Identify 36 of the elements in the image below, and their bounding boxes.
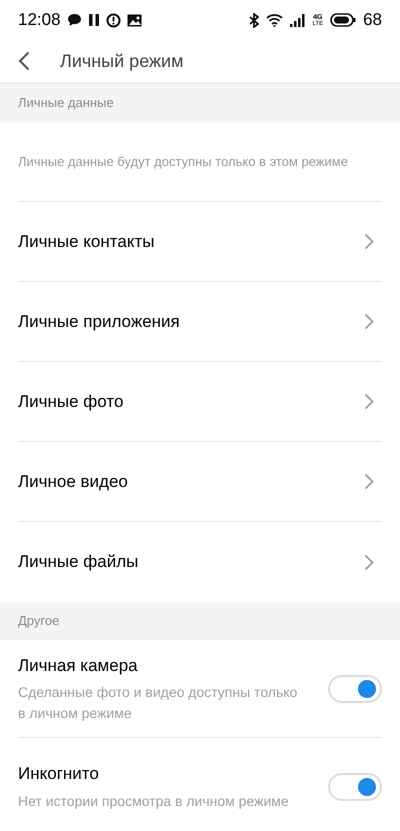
pause-icon (88, 13, 100, 27)
chevron-right-icon (364, 473, 374, 490)
section-header: Другое (0, 602, 400, 640)
section-header: Личные данные (0, 84, 400, 122)
image-icon (126, 14, 142, 26)
row-label: Личное видео (18, 470, 128, 493)
row-label: Личные фото (18, 390, 124, 413)
row-label: Личные файлы (18, 551, 138, 574)
page-title: Личный режим (60, 50, 184, 73)
row-label: Личные приложения (18, 310, 180, 333)
bluetooth-icon (248, 12, 259, 28)
row-label: Личные контакты (18, 230, 154, 253)
battery-percentage: 68 (363, 9, 382, 32)
row-label: Личная камера (18, 654, 139, 677)
section-description: Личные данные будут доступны только в этом режиме (18, 152, 349, 171)
row-description: Сделанные фото и видео доступны только в личном режиме (18, 683, 298, 724)
menu-row[interactable]: Личные файлы (18, 522, 382, 602)
alert-icon (106, 12, 121, 28)
row-description: Нет истории просмотра в личном режиме (18, 792, 290, 811)
menu-row[interactable]: Личные фото (18, 362, 382, 442)
menu-row[interactable]: Личные контакты (18, 202, 382, 282)
back-icon[interactable] (18, 51, 30, 71)
menu-row[interactable]: Личные приложения (18, 282, 382, 362)
toggle-switch[interactable] (328, 772, 382, 800)
chevron-right-icon (364, 393, 374, 410)
toggle-switch[interactable] (328, 674, 382, 702)
chat-bubble-icon (66, 13, 82, 27)
row-label: Инкогнито (18, 763, 100, 786)
clock: 12:08 (18, 9, 61, 32)
wifi-icon (266, 13, 283, 27)
battery-icon (330, 13, 356, 27)
signal-icon (290, 14, 306, 26)
chevron-right-icon (364, 554, 374, 570)
menu-row[interactable]: Личное видео (18, 442, 382, 522)
chevron-right-icon (364, 233, 374, 250)
chevron-right-icon (364, 313, 374, 330)
